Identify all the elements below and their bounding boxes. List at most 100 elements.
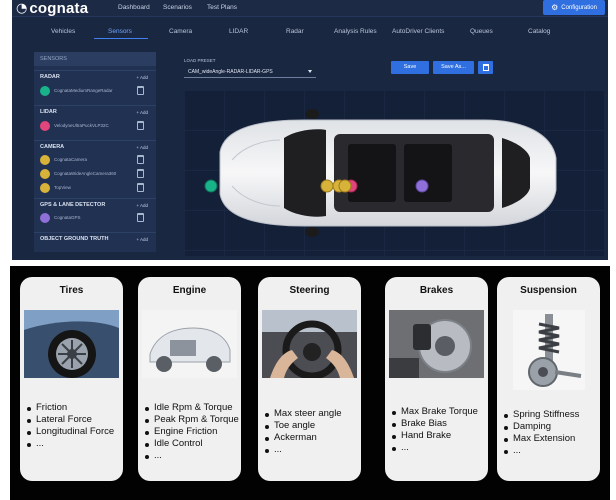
list-item: Brake Bias <box>391 418 491 430</box>
card-list: Idle Rpm & Torque Peak Rpm & Torque Engi… <box>144 402 244 462</box>
load-preset-select[interactable]: CAM_wideAngle-RADAR-LIDAR-GPS <box>184 66 316 78</box>
list-item: Ackerman <box>264 432 364 444</box>
list-item: ... <box>144 450 244 462</box>
list-item: ... <box>503 445 603 457</box>
list-item: Engine Friction <box>144 426 244 438</box>
sensor-item[interactable]: CognataCamera <box>34 153 156 167</box>
camera-dot-icon <box>40 169 50 179</box>
card-tires: Tires Friction Lateral Force Longitudina… <box>20 277 123 481</box>
card-title: Tires <box>59 285 84 296</box>
nav-scenarios[interactable]: Scenarios <box>163 4 192 11</box>
engine-photo <box>142 310 237 378</box>
list-item: Longitudinal Force <box>26 426 126 438</box>
sensor-item[interactable]: CognataGPS <box>34 211 156 225</box>
list-item: Max Brake Torque <box>391 406 491 418</box>
sensor-item[interactable]: CognataMediumRangeRadar <box>34 84 156 98</box>
card-list: Max Brake Torque Brake Bias Hand Brake .… <box>391 406 491 454</box>
vehicle-viewport[interactable] <box>184 90 604 256</box>
section-title: OBJECT GROUND TRUTH <box>40 236 109 242</box>
save-as-button[interactable]: Save As... <box>433 61 474 74</box>
list-item: Hand Brake <box>391 430 491 442</box>
add-camera-button[interactable]: + Add <box>136 144 148 151</box>
tab-queues[interactable]: Queues <box>470 28 493 35</box>
sensor-config-app: ◔ cognata Dashboard Scenarios Test Plans… <box>12 0 608 260</box>
logo[interactable]: ◔ cognata <box>16 0 88 17</box>
card-title: Engine <box>172 285 207 296</box>
tire-photo <box>24 310 119 378</box>
card-suspension: Suspension Spring Stiffness Damping Max … <box>497 277 600 481</box>
vehicle-dynamics-panel: Tires Friction Lateral Force Longitudina… <box>10 266 610 500</box>
camera-dot-icon <box>40 183 50 193</box>
section-title: LIDAR <box>40 109 57 115</box>
section-title: GPS & LANE DETECTOR <box>40 202 106 208</box>
add-radar-button[interactable]: + Add <box>136 74 148 81</box>
trash-icon[interactable] <box>137 213 144 222</box>
tab-lidar[interactable]: LIDAR <box>229 28 248 35</box>
load-preset-value: CAM_wideAngle-RADAR-LIDAR-GPS <box>188 69 273 75</box>
camera-dot-icon <box>40 155 50 165</box>
add-lidar-button[interactable]: + Add <box>136 109 148 116</box>
suspension-photo <box>513 310 585 390</box>
add-ground-truth-button[interactable]: + Add <box>136 236 148 243</box>
list-item: Lateral Force <box>26 414 126 426</box>
list-item: Friction <box>26 402 126 414</box>
load-preset-label: LOAD PRESET <box>184 58 216 63</box>
sensor-label: CognataCamera <box>54 157 88 162</box>
card-list: Max steer angle Toe angle Ackerman ... <box>264 408 364 456</box>
sensor-item[interactable]: VelodyneUltraPuckVLP32C <box>34 119 156 133</box>
trash-icon[interactable] <box>137 155 144 164</box>
lidar-dot-icon <box>40 121 50 131</box>
configuration-label: Configuration <box>561 4 597 11</box>
tab-camera[interactable]: Camera <box>169 28 192 35</box>
save-button[interactable]: Save <box>391 61 429 74</box>
trash-icon[interactable] <box>137 169 144 178</box>
tab-sensors[interactable]: Sensors <box>108 28 132 35</box>
gps-dot-icon <box>40 213 50 223</box>
trash-icon[interactable] <box>137 121 144 130</box>
list-item: ... <box>26 438 126 450</box>
card-title: Suspension <box>520 285 577 296</box>
list-item: Max steer angle <box>264 408 364 420</box>
list-item: Idle Control <box>144 438 244 450</box>
configuration-button[interactable]: ⚙ Configuration <box>543 0 605 15</box>
sensor-label: TopView <box>54 185 71 190</box>
card-list: Spring Stiffness Damping Max Extension .… <box>503 409 603 457</box>
trash-icon <box>482 64 489 71</box>
section-lidar: LIDAR + Add <box>34 105 156 118</box>
list-item: Idle Rpm & Torque <box>144 402 244 414</box>
tab-autodriver-clients[interactable]: AutoDriver Clients <box>392 28 444 35</box>
tab-analysis-rules[interactable]: Analysis Rules <box>334 28 377 35</box>
sensor-item[interactable]: TopView <box>34 181 156 195</box>
list-item: Spring Stiffness <box>503 409 603 421</box>
active-tab-indicator <box>94 38 148 39</box>
trash-icon[interactable] <box>137 183 144 192</box>
card-title: Brakes <box>419 285 454 296</box>
vehicle-top-view <box>184 90 604 256</box>
delete-preset-button[interactable] <box>478 61 493 74</box>
section-radar: RADAR + Add <box>34 70 156 83</box>
tab-vehicles[interactable]: Vehicles <box>51 28 75 35</box>
section-object-ground-truth: OBJECT GROUND TRUTH + Add <box>34 232 156 245</box>
list-item: Max Extension <box>503 433 603 445</box>
trash-icon[interactable] <box>137 86 144 95</box>
sensor-label: CognataGPS <box>54 215 81 220</box>
nav-test-plans[interactable]: Test Plans <box>207 4 237 11</box>
sensor-label: CognataWideAngleCamera360 <box>54 171 117 176</box>
tab-radar[interactable]: Radar <box>286 28 304 35</box>
list-item: ... <box>264 444 364 456</box>
card-title: Steering <box>289 285 330 296</box>
gear-icon: ⚙ <box>551 3 559 12</box>
card-list: Friction Lateral Force Longitudinal Forc… <box>26 402 126 450</box>
add-gps-button[interactable]: + Add <box>136 202 148 209</box>
sensor-item[interactable]: CognataWideAngleCamera360 <box>34 167 156 181</box>
list-item: ... <box>391 442 491 454</box>
brakes-photo <box>389 310 484 378</box>
nav-dashboard[interactable]: Dashboard <box>118 4 150 11</box>
card-brakes: Brakes Max Brake Torque Brake Bias Hand … <box>385 277 488 481</box>
chevron-down-icon <box>308 70 312 73</box>
sensors-sidebar: SENSORS RADAR + Add CognataMediumRangeRa… <box>34 52 156 252</box>
section-camera: CAMERA + Add <box>34 140 156 153</box>
card-steering: Steering Max steer angle Toe angle Acker… <box>258 277 361 481</box>
sidebar-header: SENSORS <box>34 52 156 66</box>
tab-catalog[interactable]: Catalog <box>528 28 550 35</box>
